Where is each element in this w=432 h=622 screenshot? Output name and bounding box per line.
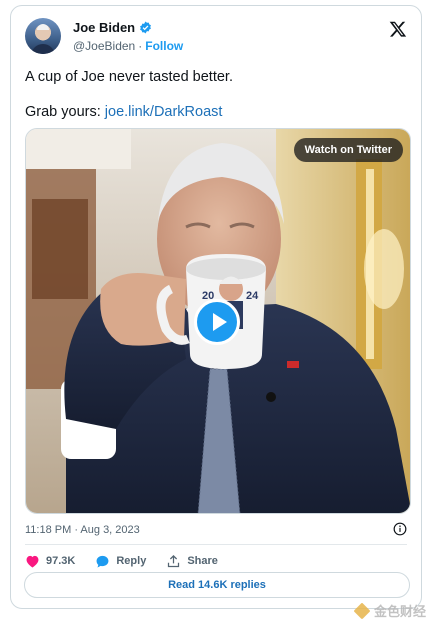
tweet-line-2: Grab yours: joe.link/DarkRoast [25,103,407,121]
info-icon[interactable] [393,522,407,536]
tweet-header: Joe Biden @JoeBiden · Follow [25,18,409,58]
verified-badge-icon [140,21,152,34]
reply-bubble-icon [96,555,109,567]
share-icon [168,554,180,567]
author-name-row: Joe Biden [73,20,152,35]
x-logo-icon[interactable] [389,20,407,38]
author-handle-row: @JoeBiden · Follow [73,39,183,53]
reply-label: Reply [116,555,147,567]
author-name[interactable]: Joe Biden [73,20,135,35]
lamp-glow [364,229,404,309]
ceiling-molding [26,129,131,169]
tweet-embed-card: Joe Biden @JoeBiden · Follow A cup of Jo… [10,5,422,609]
tweet-timestamp[interactable]: 11:18 PM · Aug 3, 2023 [25,524,140,536]
avatar-hair [37,24,49,30]
tweet-line-2-prefix: Grab yours: [25,104,105,120]
watermark: 金色财经 [353,601,426,620]
door-panel-inset [32,199,88,299]
watermark-logo-icon [353,602,371,619]
video-thumbnail[interactable]: 20 24 Watch on Twitter [25,128,411,514]
avatar-suit [31,44,55,54]
divider [25,544,407,545]
share-label: Share [187,555,218,567]
watch-on-twitter-button[interactable]: Watch on Twitter [293,138,403,162]
read-replies-button[interactable]: Read 14.6K replies [24,572,410,598]
heart-icon [26,555,39,567]
flag-pin [287,361,299,368]
like-button[interactable]: 97.3K [25,554,75,569]
engagement-actions: 97.3K Reply Share [25,551,238,571]
follow-link[interactable]: Follow [145,39,183,53]
tweet-meta-row: 11:18 PM · Aug 3, 2023 [25,521,409,539]
tweet-line-1: A cup of Joe never tasted better. [25,69,233,85]
play-icon[interactable] [194,299,240,345]
avatar[interactable] [25,18,61,54]
author-handle[interactable]: @JoeBiden [73,39,135,53]
lapel-mic [266,392,276,402]
reply-button[interactable]: Reply [95,554,146,569]
dark-roast-link[interactable]: joe.link/DarkRoast [105,104,223,120]
share-button[interactable]: Share [166,554,218,569]
watermark-text: 金色财经 [373,604,426,619]
mug-rim [186,258,266,280]
handle-separator: · [138,39,143,53]
mug-year-right: 24 [246,290,259,302]
like-count: 97.3K [46,555,76,567]
